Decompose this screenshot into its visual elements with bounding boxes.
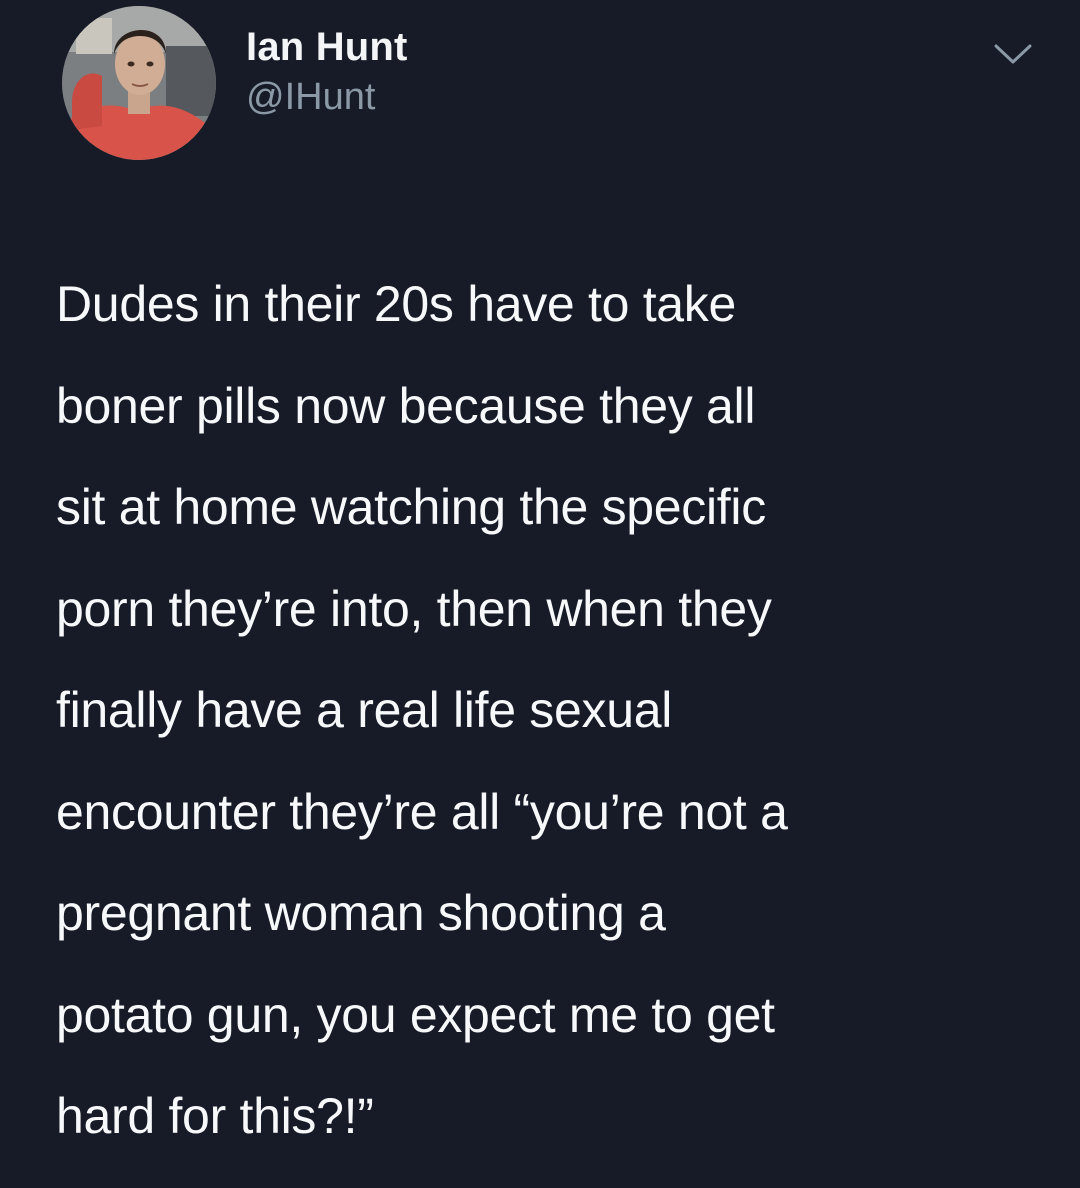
tweet-card: Ian Hunt @IHunt Dudes in their 20s have … — [0, 0, 1080, 1188]
author-block: Ian Hunt @IHunt — [246, 22, 408, 122]
tweet-text: Dudes in their 20s have to take boner pi… — [56, 276, 788, 1144]
avatar[interactable] — [62, 6, 216, 160]
avatar-photo — [62, 6, 216, 160]
author-handle[interactable]: @IHunt — [246, 72, 408, 122]
author-display-name[interactable]: Ian Hunt — [246, 22, 408, 72]
chevron-down-icon[interactable] — [988, 38, 1038, 72]
